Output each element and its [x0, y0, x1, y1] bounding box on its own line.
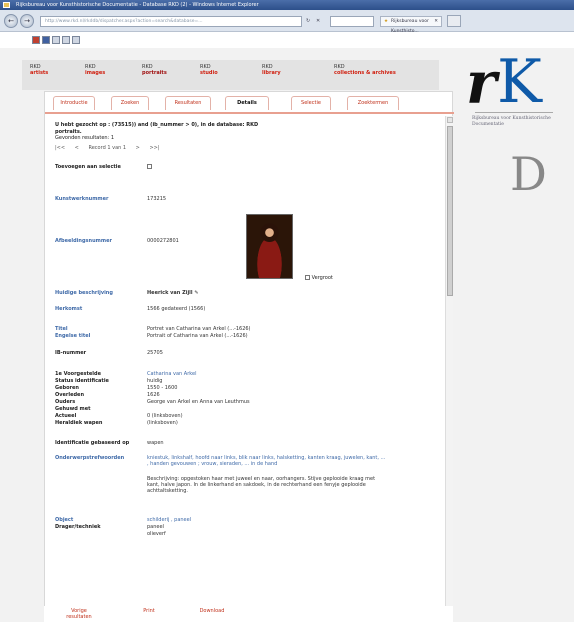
- close-tab-icon[interactable]: ✕: [434, 17, 438, 27]
- rkd-logo-text: Rijksbureau voor Kunsthistorische Docume…: [472, 116, 551, 127]
- search-box[interactable]: [330, 16, 374, 27]
- module-studio[interactable]: RKD studio: [200, 64, 218, 76]
- scroll-up-icon[interactable]: [447, 117, 453, 123]
- footer-actions: Vorige resultaten Print Download: [44, 606, 453, 622]
- browser-tab[interactable]: ★ Rijksbureau voor Kunsthisto... ✕: [380, 16, 442, 34]
- first-record-button[interactable]: |<<: [55, 145, 65, 151]
- print-icon[interactable]: [62, 36, 70, 44]
- download-button[interactable]: Download: [194, 608, 230, 614]
- field-identificatie: Identificatie gebaseerd op wapen: [55, 440, 164, 446]
- details-panel: Introductie Zoeken Resultaten Details Se…: [44, 91, 454, 622]
- back-button[interactable]: ←: [4, 14, 18, 28]
- previous-results-button[interactable]: Vorige resultaten: [62, 608, 96, 620]
- field-select: Toevoegen aan selectie: [55, 164, 440, 178]
- window-title: Rijksbureau voor Kunsthistorische Docume…: [16, 2, 259, 8]
- field-onderwerp: Onderwerpstrefwoorden kniestuk, linkshalf…: [55, 455, 386, 467]
- stop-icon[interactable]: ✕: [316, 16, 320, 27]
- module-artists[interactable]: RKD artists: [30, 64, 48, 76]
- tab-resultaten[interactable]: Resultaten: [165, 96, 211, 110]
- browser-navbar: ← → http://www.rkd.nl/rkddb/dispatcher.a…: [0, 10, 574, 34]
- module-images[interactable]: RKD images: [85, 64, 105, 76]
- rkd-logo-k: K: [497, 47, 542, 117]
- print-button[interactable]: Print: [139, 608, 159, 614]
- module-portraits[interactable]: RKD portraits: [142, 64, 167, 76]
- module-library[interactable]: RKD library: [262, 64, 281, 76]
- module-collections-archives[interactable]: RKD collections & archives: [334, 64, 404, 76]
- field-beschrijving: Beschrijving: opgestoken haar met juweel…: [147, 476, 376, 494]
- feeds-icon[interactable]: [42, 36, 50, 44]
- enlarge-checkbox[interactable]: [305, 275, 310, 280]
- vergroot-link[interactable]: Vergroot: [305, 275, 365, 281]
- rkd-logo-d: D: [510, 147, 547, 201]
- vertical-scrollbar[interactable]: [445, 116, 453, 621]
- page-icon[interactable]: [72, 36, 80, 44]
- add-to-selection-checkbox[interactable]: [147, 164, 152, 169]
- forward-button[interactable]: →: [20, 14, 34, 28]
- rkd-logo-r: r: [466, 49, 497, 117]
- page: RKD artists RKD images RKD portraits RKD stu…: [0, 48, 574, 622]
- address-bar[interactable]: http://www.rkd.nl/rkddb/dispatcher.aspx?…: [40, 16, 302, 27]
- query-summary: U hebt gezocht op : (73515)) and (ib_num…: [55, 122, 259, 141]
- next-record-button[interactable]: >: [136, 145, 140, 151]
- tab-selectie[interactable]: Selectie: [291, 96, 331, 110]
- scroll-thumb[interactable]: [447, 126, 453, 296]
- rkd-module-bar: RKD artists RKD images RKD portraits RKD stu…: [22, 60, 439, 90]
- pencil-icon[interactable]: ✎: [194, 290, 198, 296]
- window-titlebar: Rijksbureau voor Kunsthistorische Docume…: [0, 0, 574, 10]
- tab-details[interactable]: Details: [225, 96, 269, 110]
- home-icon[interactable]: [52, 36, 60, 44]
- logo-divider: [475, 112, 553, 113]
- record-indicator: Record 1 van 1: [88, 145, 127, 151]
- tab-zoeken[interactable]: Zoeken: [111, 96, 149, 110]
- tab-strip: Introductie Zoeken Resultaten Details Se…: [45, 92, 454, 114]
- new-tab-button[interactable]: [447, 15, 461, 27]
- prev-record-button[interactable]: <: [75, 145, 79, 151]
- tab-zoektermen[interactable]: Zoektermen: [347, 96, 399, 110]
- browser-icon: [3, 2, 10, 8]
- tab-title: Rijksbureau voor Kunsthisto...: [391, 19, 429, 34]
- refresh-icon[interactable]: ↻: [306, 16, 310, 27]
- portrait-thumbnail[interactable]: [246, 214, 293, 279]
- favorites-icon[interactable]: [32, 36, 40, 44]
- browser-toolbar: [0, 33, 574, 47]
- last-record-button[interactable]: >>|: [149, 145, 159, 151]
- record-pager: |<< < Record 1 van 1 > >>|: [55, 145, 245, 151]
- favorite-star-icon: ★: [384, 19, 389, 24]
- tab-introductie[interactable]: Introductie: [53, 96, 95, 110]
